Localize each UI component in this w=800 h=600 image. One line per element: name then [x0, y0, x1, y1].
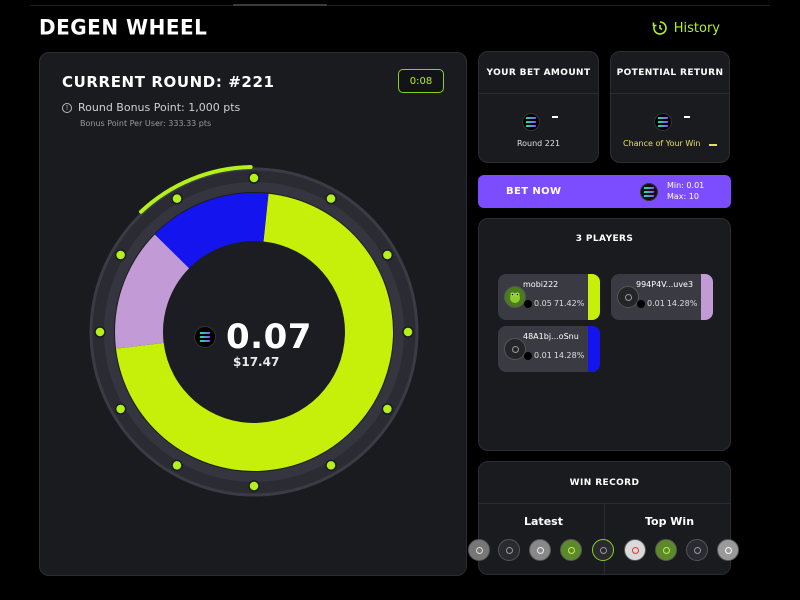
wheel-peg: [94, 326, 106, 338]
solana-icon: [194, 326, 216, 348]
tab-latest[interactable]: Latest: [524, 515, 563, 528]
player-percent: 71.42%: [553, 299, 585, 308]
wheel-peg: [325, 459, 337, 472]
pot-amount-group: 0.07: [194, 317, 312, 357]
tab-top-win[interactable]: Top Win: [645, 515, 694, 528]
active-tab-indicator: [233, 4, 327, 6]
player-card[interactable]: 994P4V...uve3 0.01 14.28%: [611, 274, 713, 320]
wheel-peg: [381, 249, 394, 261]
wheel-peg: [381, 403, 394, 415]
potential-return-card: POTENTIAL RETURN Chance of Your Win: [610, 51, 730, 163]
player-name: 48A1bj...oSnu: [523, 332, 579, 341]
player-percent: 14.28%: [666, 299, 698, 308]
wheel-peg: [402, 326, 414, 338]
history-icon: [652, 21, 667, 35]
bet-now-button[interactable]: BET NOW Min: 0.01 Max: 10: [478, 175, 731, 208]
bet-limits: Min: 0.01 Max: 10: [667, 180, 704, 202]
top-tab-strip: [30, 0, 770, 6]
your-bet-card: YOUR BET AMOUNT Round 221: [478, 51, 599, 163]
player-color-stripe: [588, 326, 600, 372]
winner-avatar[interactable]: [529, 539, 551, 561]
winner-avatar[interactable]: [717, 539, 739, 561]
wheel-peg: [114, 403, 127, 415]
solana-icon: [522, 113, 540, 131]
players-title: 3 PLAYERS: [575, 234, 634, 244]
pot-amount: 0.07: [226, 317, 312, 357]
solana-icon: [654, 113, 672, 131]
solana-icon: [637, 299, 645, 308]
player-amount: 0.01: [534, 351, 552, 360]
solana-icon: [524, 299, 532, 308]
chance-value-empty: [709, 144, 717, 146]
players-panel: 3 PLAYERS mobi222 0.05 71.42% 994P4V...uv…: [478, 218, 731, 451]
frog-avatar-icon[interactable]: [560, 539, 582, 561]
winner-avatar[interactable]: [624, 539, 646, 561]
bet-round-label: Round 221: [516, 139, 561, 148]
bet-amount-empty: [552, 116, 558, 118]
player-color-stripe: [588, 274, 600, 320]
frog-avatar-icon: [504, 286, 526, 308]
player-card[interactable]: 48A1bj...oSnu 0.01 14.28%: [498, 326, 600, 372]
default-avatar-icon: [504, 338, 526, 360]
winner-avatar[interactable]: [498, 539, 520, 561]
potential-return-title: POTENTIAL RETURN: [611, 52, 729, 94]
player-stats: 0.01 14.28%: [524, 351, 584, 360]
bet-min: Min: 0.01: [667, 181, 705, 190]
app-title: DEGEN WHEEL: [39, 14, 208, 40]
player-amount: 0.05: [534, 299, 552, 308]
bet-max: Max: 10: [667, 192, 699, 201]
wheel-peg: [325, 192, 337, 205]
return-amount-empty: [684, 116, 690, 118]
wheel-peg: [171, 459, 183, 472]
player-name: 994P4V...uve3: [636, 280, 694, 289]
winner-avatar[interactable]: [592, 539, 614, 561]
wheel-peg: [171, 192, 183, 205]
prize-wheel: [89, 165, 419, 497]
default-avatar-icon: [617, 286, 639, 308]
player-stats: 0.05 71.42%: [524, 299, 584, 308]
history-button[interactable]: History: [652, 20, 720, 36]
your-bet-title: YOUR BET AMOUNT: [479, 52, 598, 94]
player-card[interactable]: mobi222 0.05 71.42%: [498, 274, 600, 320]
wheel-peg: [248, 172, 260, 184]
player-stats: 0.01 14.28%: [637, 299, 697, 308]
wheel-peg: [248, 480, 260, 492]
history-label: History: [673, 20, 720, 36]
player-color-stripe: [701, 274, 713, 320]
wheel-peg: [114, 249, 127, 261]
winner-avatar[interactable]: [468, 539, 490, 561]
current-round-panel: CURRENT ROUND: #221 0:08 ! Round Bonus P…: [39, 52, 467, 576]
solana-icon: [640, 182, 658, 201]
win-record-title: WIN RECORD: [479, 462, 730, 504]
pot-usd: $17.47: [233, 355, 280, 369]
player-amount: 0.01: [647, 299, 665, 308]
bet-now-label: BET NOW: [506, 186, 562, 197]
winner-avatar[interactable]: [686, 539, 708, 561]
frog-avatar-icon[interactable]: [655, 539, 677, 561]
player-percent: 14.28%: [553, 351, 585, 360]
player-name: mobi222: [523, 280, 559, 289]
solana-icon: [524, 351, 532, 360]
